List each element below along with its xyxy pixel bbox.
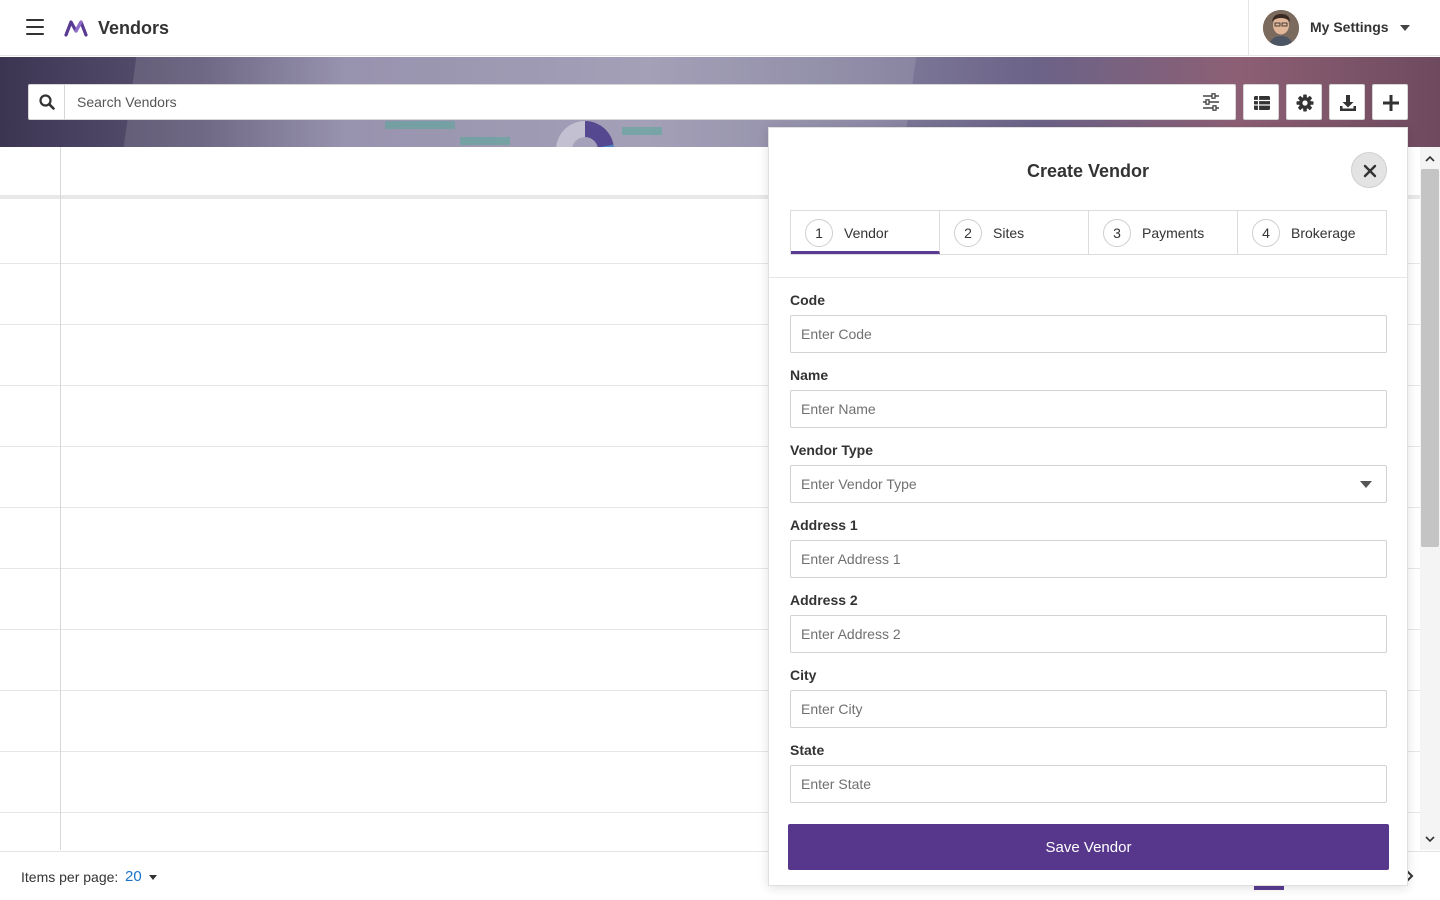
state-field[interactable] <box>790 765 1387 803</box>
name-label: Name <box>790 367 829 383</box>
caret-down-icon[interactable] <box>149 875 157 880</box>
scroll-down-icon[interactable] <box>1424 833 1436 845</box>
step-label: Brokerage <box>1291 225 1356 241</box>
list-view-button[interactable] <box>1243 84 1279 120</box>
current-page-indicator[interactable] <box>1254 886 1284 890</box>
step-label: Vendor <box>844 225 889 241</box>
step-number: 3 <box>1103 219 1131 247</box>
city-label: City <box>790 667 817 683</box>
items-per-page-select[interactable]: 20 <box>125 868 142 885</box>
add-vendor-button[interactable] <box>1372 84 1408 120</box>
chevron-down-icon[interactable] <box>1400 25 1410 31</box>
step-number: 2 <box>954 219 982 247</box>
step-tab-payments[interactable]: 3 Payments <box>1089 211 1238 254</box>
step-number: 1 <box>805 219 833 247</box>
gear-icon <box>1296 94 1314 112</box>
vendor-type-select[interactable] <box>790 465 1387 503</box>
search-input[interactable] <box>69 85 1189 119</box>
close-button[interactable] <box>1351 152 1387 188</box>
city-field[interactable] <box>790 690 1387 728</box>
code-label: Code <box>790 292 825 308</box>
top-bar: Vendors My Settings <box>0 0 1440 56</box>
step-tabs: 1 Vendor 2 Sites 3 Payments 4 Brokerage <box>790 210 1387 255</box>
scroll-up-icon[interactable] <box>1424 153 1436 165</box>
settings-button[interactable] <box>1286 84 1322 120</box>
app-logo-icon <box>64 20 88 37</box>
step-tab-brokerage[interactable]: 4 Brokerage <box>1238 211 1386 254</box>
panel-title: Create Vendor <box>1026 161 1150 181</box>
address2-label: Address 2 <box>790 592 858 608</box>
save-vendor-button[interactable]: Save Vendor <box>788 824 1389 870</box>
vertical-scrollbar[interactable] <box>1420 147 1440 850</box>
plus-icon <box>1383 95 1399 111</box>
page-title: Vendors <box>98 18 170 38</box>
download-icon <box>1340 95 1356 111</box>
address1-field[interactable] <box>790 540 1387 578</box>
filter-sliders-icon[interactable] <box>1201 93 1221 111</box>
step-number: 4 <box>1252 219 1280 247</box>
close-icon <box>1363 164 1377 178</box>
divider <box>769 277 1407 278</box>
scrollbar-thumb[interactable] <box>1421 169 1439 547</box>
search-button[interactable] <box>29 85 65 119</box>
vendor-type-label: Vendor Type <box>790 442 873 458</box>
address2-field[interactable] <box>790 615 1387 653</box>
create-vendor-panel: Create Vendor 1 Vendor 2 Sites 3 Payment… <box>768 127 1408 886</box>
download-button[interactable] <box>1329 84 1365 120</box>
search-bar <box>28 84 1236 120</box>
address1-label: Address 1 <box>790 517 858 533</box>
user-settings-menu[interactable]: My Settings <box>1248 0 1440 56</box>
search-icon <box>39 94 55 110</box>
code-field[interactable] <box>790 315 1387 353</box>
avatar[interactable] <box>1263 10 1299 46</box>
items-per-page-label: Items per page: <box>21 869 119 885</box>
step-label: Payments <box>1142 225 1205 241</box>
hamburger-menu-icon[interactable] <box>26 19 44 35</box>
step-label: Sites <box>993 225 1025 241</box>
state-label: State <box>790 742 825 758</box>
step-tab-vendor[interactable]: 1 Vendor <box>791 211 940 254</box>
name-field[interactable] <box>790 390 1387 428</box>
step-tab-sites[interactable]: 2 Sites <box>940 211 1089 254</box>
column-divider <box>60 147 61 850</box>
list-view-icon <box>1254 96 1270 110</box>
my-settings-label[interactable]: My Settings <box>1310 19 1389 35</box>
